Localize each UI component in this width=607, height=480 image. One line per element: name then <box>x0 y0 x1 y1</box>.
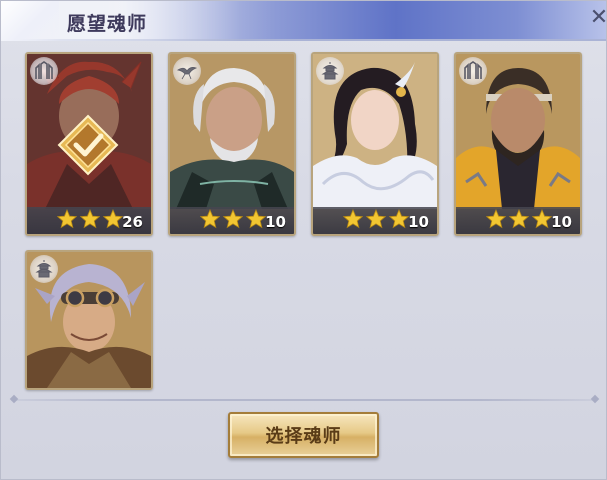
close-icon[interactable]: ✕ <box>586 5 606 31</box>
level-label: 10 <box>408 213 429 231</box>
star-icon <box>246 209 266 229</box>
level-label: 10 <box>265 213 286 231</box>
star-icon <box>103 209 123 229</box>
wish-soul-master-panel: 愿望魂师 ✕ 26 10 10 10 选择魂师 <box>0 0 607 480</box>
soul-master-card-3[interactable]: 10 <box>311 52 439 236</box>
select-soul-master-button[interactable]: 选择魂师 <box>228 412 379 458</box>
panel-header: 愿望魂师 ✕ <box>1 1 606 41</box>
star-icon <box>223 209 243 229</box>
soul-master-card-5[interactable] <box>25 250 153 390</box>
star-rating <box>343 209 409 231</box>
star-icon <box>389 209 409 229</box>
select-button-label: 选择魂师 <box>265 426 342 447</box>
star-rating <box>200 209 266 231</box>
header-accent <box>1 1 59 41</box>
star-icon <box>366 209 386 229</box>
star-rating <box>486 209 552 231</box>
soul-master-card-2[interactable]: 10 <box>168 52 296 236</box>
star-icon <box>486 209 506 229</box>
star-icon <box>57 209 77 229</box>
star-icon <box>80 209 100 229</box>
star-rating <box>57 209 123 231</box>
tower-icon <box>30 57 58 85</box>
star-icon <box>200 209 220 229</box>
star-icon <box>509 209 529 229</box>
tower-icon <box>459 57 487 85</box>
star-icon <box>532 209 552 229</box>
soul-master-card-4[interactable]: 10 <box>454 52 582 236</box>
soul-master-grid: 26 10 10 10 <box>15 47 595 395</box>
level-label: 26 <box>122 213 143 231</box>
check-icon <box>57 114 119 176</box>
pagoda-icon <box>30 255 58 283</box>
divider <box>11 399 598 401</box>
soul-master-card-1[interactable]: 26 <box>25 52 153 236</box>
star-icon <box>343 209 363 229</box>
pagoda-icon <box>316 57 344 85</box>
panel-title: 愿望魂师 <box>67 13 148 35</box>
level-label: 10 <box>551 213 572 231</box>
bird-icon <box>173 57 201 85</box>
